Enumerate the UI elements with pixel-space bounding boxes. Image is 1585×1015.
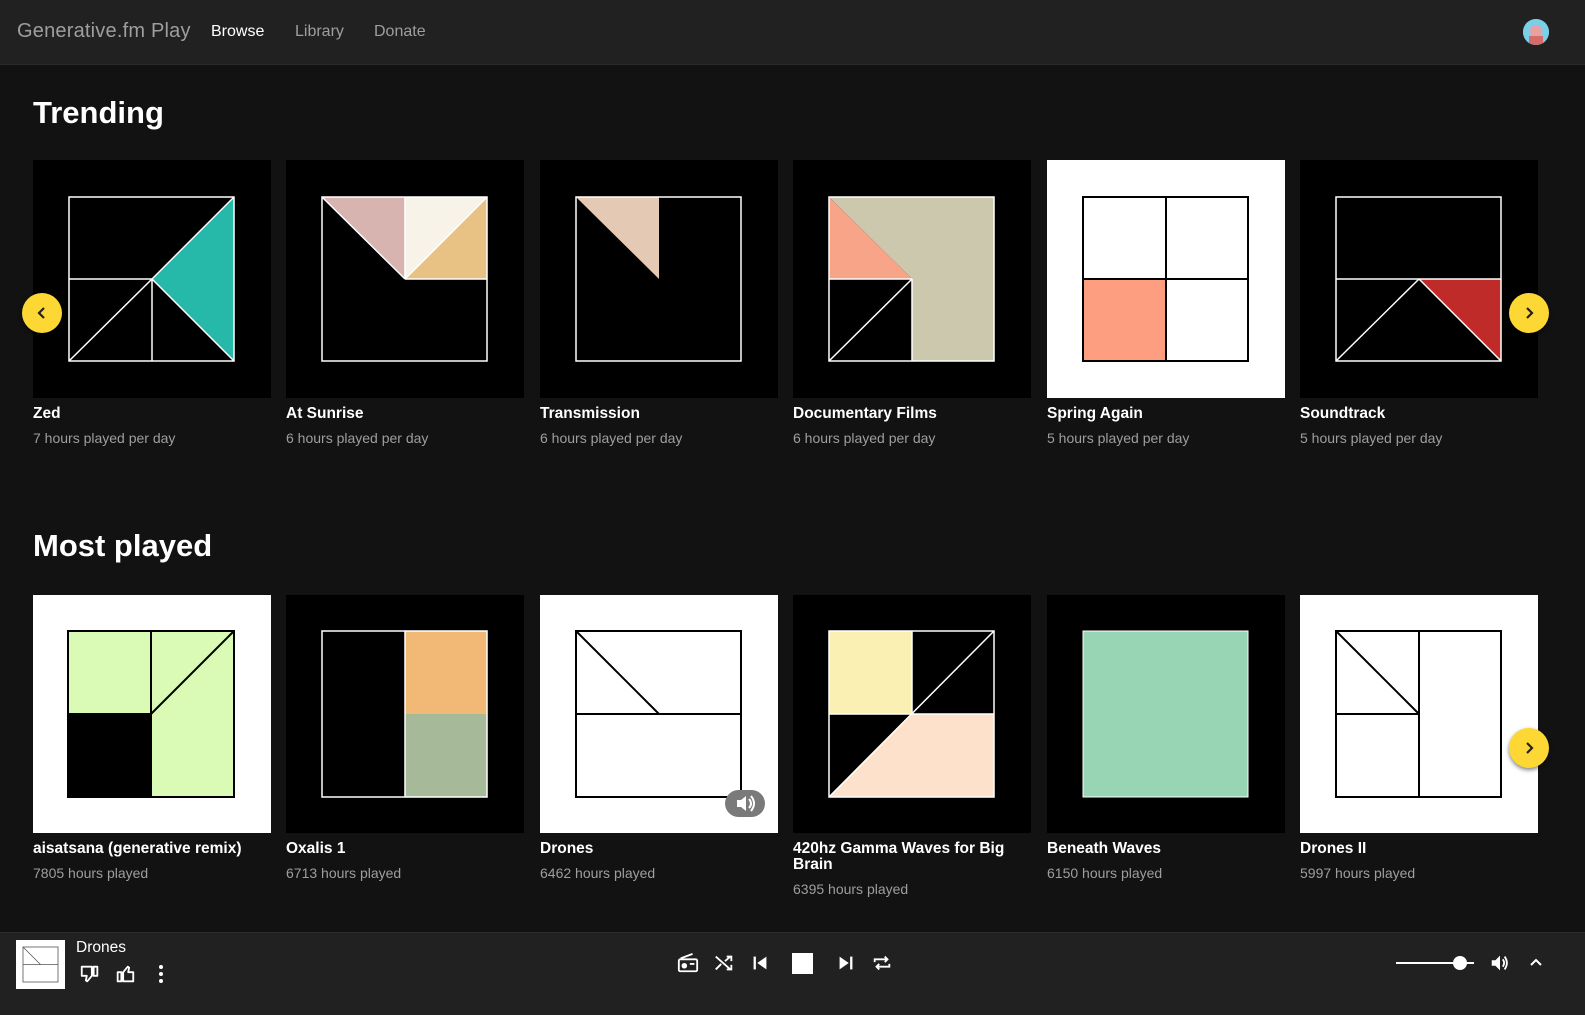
- spring-again-art[interactable]: [1047, 160, 1285, 398]
- card-stat: 6150 hours played: [1047, 865, 1163, 881]
- previous-icon[interactable]: [749, 952, 771, 974]
- chevron-right-icon: [1526, 742, 1534, 754]
- card-title[interactable]: 420hz Gamma Waves for Big Brain: [793, 841, 1031, 873]
- chevron-left-icon: [37, 307, 45, 319]
- at-sunrise-art[interactable]: [286, 160, 524, 398]
- nav-browse[interactable]: Browse: [211, 23, 264, 41]
- most-played-card-beneath-waves[interactable]: Beneath Waves 6150 hours played: [1047, 595, 1285, 881]
- card-title[interactable]: Drones II: [1300, 841, 1538, 857]
- top-bar: Generative.fm Play Browse Library Donate: [0, 0, 1585, 65]
- now-playing-title[interactable]: Drones: [76, 939, 126, 957]
- card-title[interactable]: Transmission: [540, 406, 778, 422]
- most-played-card-drones-ii[interactable]: Drones II 5997 hours played: [1300, 595, 1538, 881]
- trending-card-documentary-films[interactable]: Documentary Films 6 hours played per day: [793, 160, 1031, 446]
- volume-icon[interactable]: [1489, 952, 1511, 974]
- beneath-waves-art[interactable]: [1047, 595, 1285, 833]
- user-avatar[interactable]: [1523, 19, 1549, 45]
- trending-card-zed[interactable]: Zed 7 hours played per day: [33, 160, 271, 446]
- trending-card-spring-again[interactable]: Spring Again 5 hours played per day: [1047, 160, 1285, 446]
- drones-thumbnail-art: [16, 940, 65, 989]
- card-title[interactable]: Oxalis 1: [286, 841, 524, 857]
- thumbs-up-icon[interactable]: [114, 963, 136, 985]
- thumbs-down-icon[interactable]: [79, 963, 101, 985]
- now-playing-badge: [725, 790, 765, 817]
- most-played-card-drones[interactable]: Drones 6462 hours played: [540, 595, 778, 881]
- repeat-icon[interactable]: [871, 952, 893, 974]
- app-brand[interactable]: Generative.fm Play: [17, 20, 191, 43]
- card-stat: 5997 hours played: [1300, 865, 1416, 881]
- more-vert-icon[interactable]: [151, 963, 171, 985]
- section-title-most-played: Most played: [33, 528, 213, 563]
- card-stat: 6 hours played per day: [286, 430, 429, 446]
- chevron-right-icon: [1526, 307, 1534, 319]
- chevron-up-icon[interactable]: [1527, 954, 1545, 972]
- most-played-card-aisatsana[interactable]: aisatsana (generative remix) 7805 hours …: [33, 595, 271, 881]
- trending-prev-button[interactable]: [22, 293, 62, 333]
- player-bar: Drones: [0, 932, 1585, 1015]
- card-stat: 6 hours played per day: [540, 430, 683, 446]
- card-title[interactable]: Soundtrack: [1300, 406, 1538, 422]
- card-stat: 7 hours played per day: [33, 430, 176, 446]
- most-played-next-button[interactable]: [1509, 728, 1549, 768]
- most-played-card-oxalis-1[interactable]: Oxalis 1 6713 hours played: [286, 595, 524, 881]
- nav-donate[interactable]: Donate: [374, 23, 426, 41]
- card-title[interactable]: Beneath Waves: [1047, 841, 1285, 857]
- card-title[interactable]: At Sunrise: [286, 406, 524, 422]
- trending-card-soundtrack[interactable]: Soundtrack 5 hours played per day: [1300, 160, 1538, 446]
- radio-icon[interactable]: [677, 952, 699, 974]
- documentary-films-art[interactable]: [793, 160, 1031, 398]
- card-stat: 6 hours played per day: [793, 430, 936, 446]
- card-title[interactable]: Drones: [540, 841, 778, 857]
- most-played-card-420hz-gamma-waves[interactable]: 420hz Gamma Waves for Big Brain 6395 hou…: [793, 595, 1031, 897]
- card-stat: 5 hours played per day: [1300, 430, 1443, 446]
- nav-library[interactable]: Library: [295, 23, 344, 41]
- card-stat: 6713 hours played: [286, 865, 402, 881]
- card-title[interactable]: Spring Again: [1047, 406, 1285, 422]
- card-title[interactable]: Zed: [33, 406, 271, 422]
- soundtrack-art[interactable]: [1300, 160, 1538, 398]
- zed-art[interactable]: [33, 160, 271, 398]
- browse-page: Trending Zed 7 hours played per day At S…: [0, 65, 1585, 932]
- card-stat: 6462 hours played: [540, 865, 656, 881]
- section-title-trending: Trending: [33, 95, 164, 130]
- card-stat: 5 hours played per day: [1047, 430, 1190, 446]
- volume-slider-track[interactable]: [1396, 956, 1474, 970]
- speaker-icon: [737, 795, 755, 812]
- transmission-art[interactable]: [540, 160, 778, 398]
- card-stat: 7805 hours played: [33, 865, 149, 881]
- card-title[interactable]: Documentary Films: [793, 406, 1031, 422]
- shuffle-icon[interactable]: [713, 952, 735, 974]
- next-icon[interactable]: [835, 952, 857, 974]
- card-title[interactable]: aisatsana (generative remix): [33, 841, 271, 857]
- now-playing-thumbnail[interactable]: [16, 940, 65, 989]
- oxalis-1-art[interactable]: [286, 595, 524, 833]
- trending-card-transmission[interactable]: Transmission 6 hours played per day: [540, 160, 778, 446]
- trending-card-at-sunrise[interactable]: At Sunrise 6 hours played per day: [286, 160, 524, 446]
- 420hz-gamma-waves-art[interactable]: [793, 595, 1031, 833]
- volume-slider-thumb[interactable]: [1452, 956, 1467, 970]
- aisatsana-art[interactable]: [33, 595, 271, 833]
- card-stat: 6395 hours played: [793, 881, 909, 897]
- drones-ii-art[interactable]: [1300, 595, 1538, 833]
- stop-icon[interactable]: [792, 953, 813, 974]
- trending-next-button[interactable]: [1509, 293, 1549, 333]
